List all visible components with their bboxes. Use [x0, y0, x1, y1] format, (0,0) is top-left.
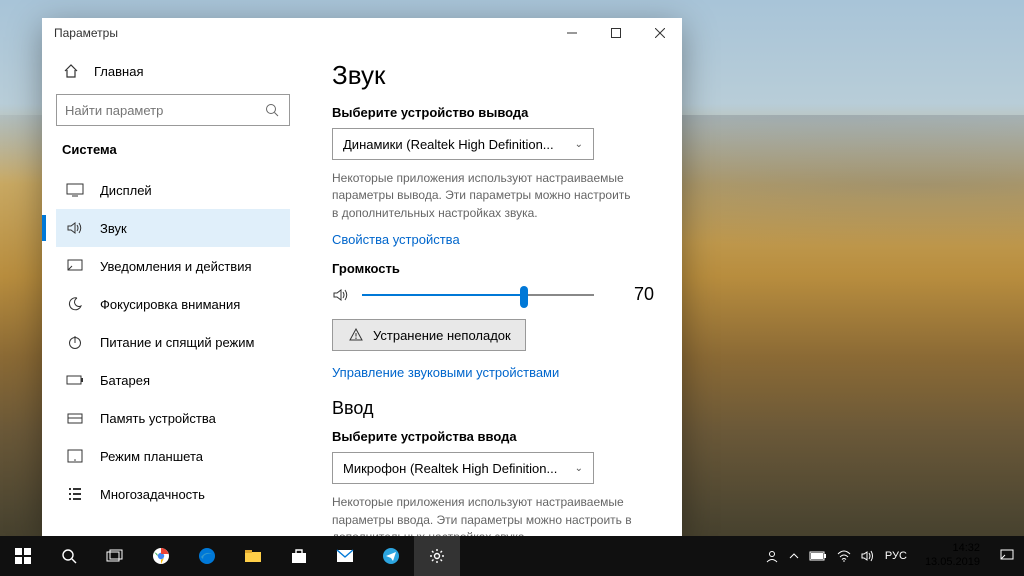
input-device-select[interactable]: Микрофон (Realtek High Definition... ⌄: [332, 452, 594, 484]
desktop-wallpaper: Параметры Главная Система: [0, 0, 1024, 576]
power-icon: [66, 333, 84, 351]
tray-chevron-up-icon[interactable]: [789, 552, 799, 560]
output-help-text: Некоторые приложения используют настраив…: [332, 170, 632, 222]
window-title: Параметры: [54, 26, 118, 40]
sidebar-item-label: Дисплей: [100, 183, 152, 198]
sidebar-item-sound[interactable]: Звук: [56, 209, 290, 247]
notifications-icon: [66, 257, 84, 275]
taskbar-app-mail[interactable]: [322, 536, 368, 576]
tray-wifi-icon[interactable]: [837, 550, 851, 562]
taskbar-app-chrome[interactable]: [138, 536, 184, 576]
settings-window: Параметры Главная Система: [42, 18, 682, 536]
volume-slider[interactable]: [362, 294, 594, 296]
sidebar: Главная Система Дисплей Звук: [42, 48, 304, 536]
home-icon: [62, 62, 80, 80]
content-panel: Звук Выберите устройство вывода Динамики…: [304, 48, 682, 536]
close-button[interactable]: [638, 18, 682, 48]
taskbar-search-icon[interactable]: [46, 536, 92, 576]
sidebar-item-label: Батарея: [100, 373, 150, 388]
input-device-value: Микрофон (Realtek High Definition...: [343, 461, 557, 476]
warning-icon: [347, 326, 365, 344]
troubleshoot-button[interactable]: Устранение неполадок: [332, 319, 526, 351]
sidebar-item-focus-assist[interactable]: Фокусировка внимания: [56, 285, 290, 323]
sidebar-item-multitasking[interactable]: Многозадачность: [56, 475, 290, 513]
volume-thumb[interactable]: [520, 286, 528, 308]
task-view-icon[interactable]: [92, 536, 138, 576]
search-input[interactable]: [65, 103, 263, 118]
focus-icon: [66, 295, 84, 313]
maximize-button[interactable]: [594, 18, 638, 48]
taskbar-app-telegram[interactable]: [368, 536, 414, 576]
system-tray[interactable]: РУС: [757, 549, 915, 563]
sidebar-home-label: Главная: [94, 64, 143, 79]
sidebar-home[interactable]: Главная: [56, 54, 290, 88]
sidebar-item-label: Звук: [100, 221, 127, 236]
tray-people-icon[interactable]: [765, 549, 779, 563]
sidebar-item-power[interactable]: Питание и спящий режим: [56, 323, 290, 361]
output-device-label: Выберите устройство вывода: [332, 105, 654, 120]
output-device-select[interactable]: Динамики (Realtek High Definition... ⌄: [332, 128, 594, 160]
search-box[interactable]: [56, 94, 290, 126]
clock-date: 13.05.2019: [925, 556, 980, 570]
tablet-icon: [66, 447, 84, 465]
volume-row: 70: [332, 284, 654, 305]
tray-battery-icon[interactable]: [809, 551, 827, 561]
sidebar-item-label: Память устройства: [100, 411, 216, 426]
tray-language[interactable]: РУС: [885, 550, 907, 562]
battery-icon: [66, 371, 84, 389]
volume-icon: [332, 286, 350, 304]
search-icon: [263, 101, 281, 119]
chevron-down-icon: ⌄: [575, 139, 583, 150]
titlebar: Параметры: [42, 18, 682, 48]
taskbar: РУС 14:32 13.05.2019: [0, 536, 1024, 576]
sidebar-item-label: Питание и спящий режим: [100, 335, 254, 350]
sidebar-item-label: Режим планшета: [100, 449, 203, 464]
sidebar-item-label: Многозадачность: [100, 487, 205, 502]
taskbar-app-settings[interactable]: [414, 536, 460, 576]
multitask-icon: [66, 485, 84, 503]
sidebar-item-display[interactable]: Дисплей: [56, 171, 290, 209]
device-properties-link[interactable]: Свойства устройства: [332, 232, 654, 247]
sidebar-nav: Дисплей Звук Уведомления и действия Фоку…: [56, 171, 290, 513]
display-icon: [66, 181, 84, 199]
sidebar-category: Система: [56, 136, 290, 171]
input-device-label: Выберите устройства ввода: [332, 429, 654, 444]
tray-volume-icon[interactable]: [861, 550, 875, 562]
volume-label: Громкость: [332, 261, 654, 276]
output-device-value: Динамики (Realtek High Definition...: [343, 137, 554, 152]
taskbar-app-edge[interactable]: [184, 536, 230, 576]
sidebar-item-label: Уведомления и действия: [100, 259, 252, 274]
taskbar-clock[interactable]: 14:32 13.05.2019: [915, 542, 990, 570]
storage-icon: [66, 409, 84, 427]
sidebar-item-notifications[interactable]: Уведомления и действия: [56, 247, 290, 285]
troubleshoot-label: Устранение неполадок: [373, 328, 511, 343]
volume-value: 70: [634, 284, 654, 305]
sidebar-item-battery[interactable]: Батарея: [56, 361, 290, 399]
action-center-icon[interactable]: [990, 536, 1024, 576]
page-title: Звук: [332, 60, 654, 91]
input-help-text: Некоторые приложения используют настраив…: [332, 494, 632, 536]
sidebar-item-storage[interactable]: Память устройства: [56, 399, 290, 437]
sound-icon: [66, 219, 84, 237]
manage-sound-link[interactable]: Управление звуковыми устройствами: [332, 365, 654, 380]
sidebar-item-tablet[interactable]: Режим планшета: [56, 437, 290, 475]
sidebar-item-label: Фокусировка внимания: [100, 297, 240, 312]
taskbar-app-explorer[interactable]: [230, 536, 276, 576]
input-heading: Ввод: [332, 398, 654, 419]
taskbar-app-store[interactable]: [276, 536, 322, 576]
start-button[interactable]: [0, 536, 46, 576]
clock-time: 14:32: [925, 542, 980, 556]
chevron-down-icon: ⌄: [575, 463, 583, 474]
minimize-button[interactable]: [550, 18, 594, 48]
